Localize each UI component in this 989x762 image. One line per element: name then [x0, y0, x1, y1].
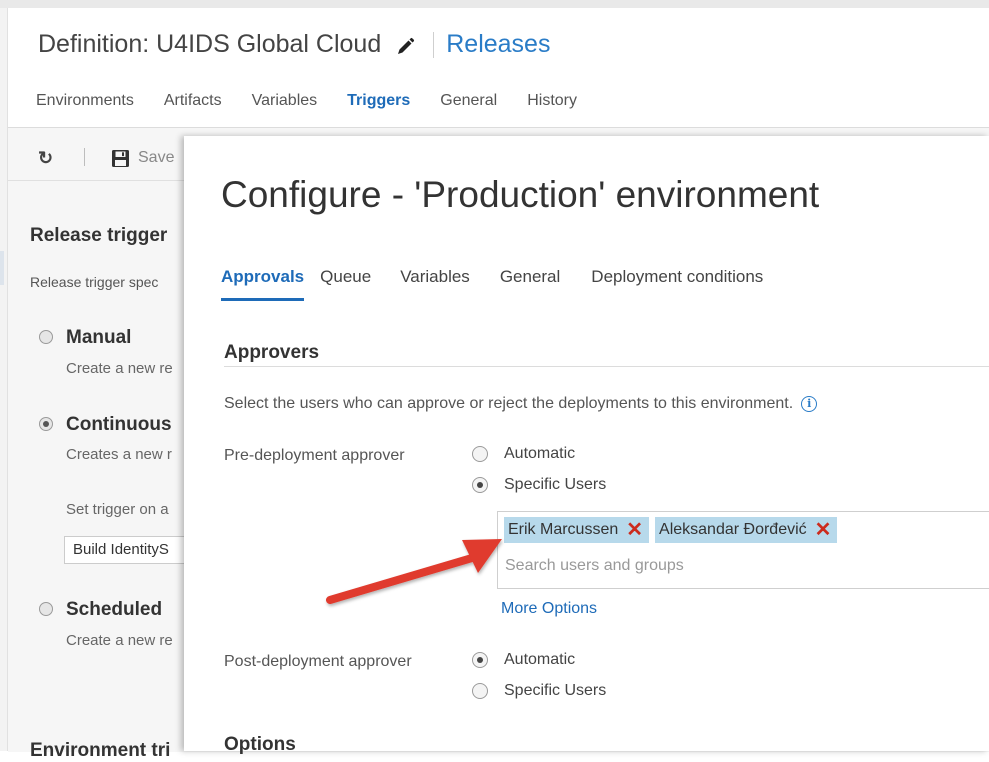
tab-triggers[interactable]: Triggers	[347, 92, 410, 110]
save-label: Save	[138, 149, 175, 166]
title-row: Definition: U4IDS Global Cloud Releases	[38, 30, 550, 59]
continuous-label: Continuous	[66, 414, 172, 435]
tab-general[interactable]: General	[440, 92, 497, 110]
page-title: Definition: U4IDS Global Cloud	[38, 30, 382, 58]
post-automatic-radio[interactable]	[472, 652, 488, 668]
scheduled-label: Scheduled	[66, 599, 163, 620]
approver-chip: Erik Marcussen ✕	[504, 517, 650, 543]
tab-artifacts[interactable]: Artifacts	[164, 92, 222, 110]
configure-environment-dialog: Configure - 'Production' environment App…	[184, 136, 989, 755]
info-icon[interactable]: i	[801, 396, 818, 412]
edit-pencil-icon[interactable]	[395, 35, 415, 55]
tab-variables[interactable]: Variables	[252, 92, 318, 110]
scheduled-desc: Create a new re	[66, 632, 173, 649]
manual-label: Manual	[66, 327, 132, 348]
pre-automatic-label: Automatic	[504, 445, 576, 462]
window-top-strip	[0, 0, 989, 8]
approver-picker[interactable]: Erik Marcussen ✕ Aleksandar Đorđević ✕ S…	[497, 511, 989, 589]
post-deployment-label: Post-deployment approver	[224, 653, 412, 670]
tab-variables[interactable]: Variables	[400, 267, 470, 301]
tab-general[interactable]: General	[500, 267, 560, 301]
manual-radio[interactable]	[39, 330, 53, 344]
remove-approver-icon[interactable]: ✕	[626, 520, 643, 540]
approvers-heading: Approvers	[224, 342, 320, 363]
dialog-tabs: Approvals Queue Variables General Deploy…	[221, 267, 794, 301]
approver-search-input[interactable]: Search users and groups	[505, 557, 684, 575]
approver-chip: Aleksandar Đorđević ✕	[655, 517, 838, 543]
scheduled-radio[interactable]	[39, 602, 53, 616]
pre-specific-users-label: Specific Users	[504, 476, 607, 493]
pre-specific-users-option[interactable]: Specific Users	[472, 476, 606, 494]
continuous-desc: Creates a new r	[66, 446, 172, 463]
save-button[interactable]: Save	[112, 149, 174, 167]
approvers-description: Select the users who can approve or reje…	[224, 395, 818, 413]
tab-environments[interactable]: Environments	[36, 92, 134, 110]
post-specific-users-option[interactable]: Specific Users	[472, 682, 606, 700]
pre-deployment-label: Pre-deployment approver	[224, 447, 405, 464]
tab-deployment-conditions[interactable]: Deployment conditions	[591, 267, 763, 301]
left-nav-edge	[0, 8, 8, 751]
save-icon	[112, 149, 129, 167]
release-trigger-desc: Release trigger spec	[30, 274, 159, 290]
post-automatic-label: Automatic	[504, 651, 576, 668]
post-specific-users-label: Specific Users	[504, 682, 607, 699]
releases-link[interactable]: Releases	[446, 30, 550, 59]
pre-automatic-option[interactable]: Automatic	[472, 445, 575, 463]
manual-desc: Create a new re	[66, 360, 173, 377]
release-trigger-heading: Release trigger	[30, 225, 168, 246]
title-divider	[433, 31, 435, 58]
left-nav-marker	[0, 251, 4, 285]
remove-approver-icon[interactable]: ✕	[815, 520, 832, 540]
continuous-radio[interactable]	[39, 417, 53, 431]
pre-specific-users-radio[interactable]	[472, 477, 488, 493]
tab-approvals[interactable]: Approvals	[221, 267, 305, 301]
post-automatic-option[interactable]: Automatic	[472, 651, 575, 669]
pre-automatic-radio[interactable]	[472, 446, 488, 462]
post-specific-users-radio[interactable]	[472, 683, 488, 699]
dialog-title: Configure - 'Production' environment	[221, 174, 820, 215]
more-options-link[interactable]: More Options	[501, 600, 597, 618]
refresh-icon[interactable]: ↻	[38, 148, 53, 169]
toolbar-divider	[84, 148, 85, 166]
environment-trigger-heading: Environment tri	[30, 740, 171, 761]
approvers-description-text: Select the users who can approve or reje…	[224, 395, 794, 412]
approver-name: Aleksandar Đorđević	[659, 521, 807, 538]
tab-queue[interactable]: Queue	[320, 267, 371, 301]
page-header: Definition: U4IDS Global Cloud Releases …	[8, 8, 989, 127]
definition-tabs: Environments Artifacts Variables Trigger…	[36, 92, 607, 110]
section-divider	[224, 366, 989, 367]
options-heading: Options	[224, 734, 296, 755]
approver-chips: Erik Marcussen ✕ Aleksandar Đorđević ✕	[504, 517, 843, 543]
approver-name: Erik Marcussen	[508, 521, 619, 538]
tab-history[interactable]: History	[527, 92, 577, 110]
set-trigger-text: Set trigger on a	[66, 501, 169, 518]
